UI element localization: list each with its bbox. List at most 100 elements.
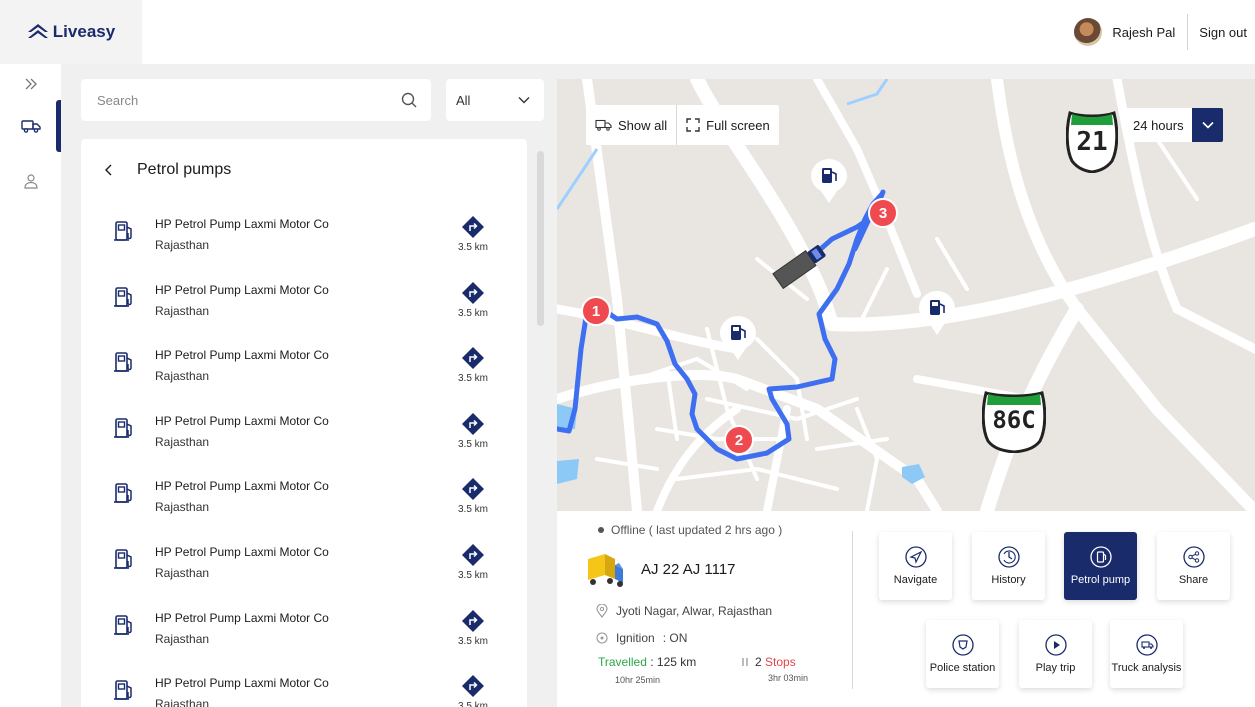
pump-distance: 3.5 km [457, 701, 488, 707]
petrol-pump-icon [113, 678, 135, 707]
liveasy-logo-icon [27, 24, 48, 38]
directions-icon[interactable] [461, 412, 485, 441]
ignition-value: : ON [662, 631, 688, 645]
petrol-pump-icon [113, 350, 135, 379]
travelled-time: 10hr 25min [615, 675, 661, 685]
time-range-toggle[interactable] [1192, 108, 1223, 142]
petrol-pump-button[interactable]: Petrol pump [1064, 532, 1137, 600]
time-range-select[interactable]: 24 hours [1125, 108, 1223, 142]
history-icon [997, 545, 1020, 568]
directions-icon[interactable] [461, 543, 485, 572]
back-arrow-icon[interactable] [101, 162, 117, 178]
petrol-pump-pin-icon[interactable] [811, 159, 847, 205]
pump-region: Rajasthan [155, 238, 210, 252]
status-dot [598, 527, 604, 533]
sidebar [0, 64, 61, 707]
search-box [81, 79, 431, 121]
sidebar-item-trucks[interactable] [0, 106, 61, 146]
pump-name: HP Petrol Pump Laxmi Motor Co [155, 545, 329, 559]
truck-marker-icon[interactable] [767, 234, 835, 296]
search-icon[interactable] [401, 92, 417, 108]
pump-distance: 3.5 km [457, 438, 488, 450]
petrol-pump-label: Petrol pump [1070, 573, 1131, 586]
list-item[interactable]: HP Petrol Pump Laxmi Motor Co Rajasthan 3.… [81, 408, 527, 474]
list-item[interactable]: HP Petrol Pump Laxmi Motor Co Rajasthan 3.… [81, 342, 527, 408]
full-screen-icon [686, 118, 700, 132]
pause-icon [742, 658, 748, 666]
pump-distance: 3.5 km [457, 504, 488, 516]
stop-marker-2[interactable]: 2 [724, 425, 754, 455]
pump-distance: 3.5 km [457, 570, 488, 581]
list-item[interactable]: HP Petrol Pump Laxmi Motor Co Rajasthan 3.… [81, 277, 527, 343]
brand-name: Liveasy [52, 22, 116, 41]
petrol-pumps-panel: Petrol pumps HP Petrol Pump Laxmi Motor … [81, 139, 527, 707]
pump-name: HP Petrol Pump Laxmi Motor Co [155, 217, 329, 231]
directions-icon[interactable] [461, 281, 485, 310]
pump-distance: 3.5 km [457, 373, 488, 385]
header-divider [1187, 14, 1189, 50]
vehicle-truck-icon [588, 554, 623, 587]
sign-out-link[interactable]: Sign out [1199, 25, 1247, 40]
directions-icon[interactable] [461, 609, 485, 638]
directions-icon[interactable] [461, 674, 485, 703]
stops-time: 3hr 03min [768, 673, 809, 683]
share-button[interactable]: Share [1157, 532, 1230, 600]
navigate-button[interactable]: Navigate [879, 532, 952, 600]
list-item[interactable]: HP Petrol Pump Laxmi Motor Co Rajasthan 3.… [81, 539, 527, 605]
location-row: Jyoti Nagar, Alwar, Rajasthan [596, 604, 772, 618]
police-station-button[interactable]: Police station [926, 620, 999, 688]
play-trip-button[interactable]: Play trip [1019, 620, 1092, 688]
full-screen-label: Full screen [706, 117, 770, 133]
share-icon [1182, 545, 1205, 568]
chevron-down-icon [518, 97, 530, 104]
filter-select[interactable]: All [446, 79, 544, 121]
sidebar-expand-button[interactable] [0, 64, 61, 104]
directions-icon[interactable] [461, 477, 485, 506]
pump-name: HP Petrol Pump Laxmi Motor Co [155, 479, 329, 494]
time-range-value: 24 hours [1133, 117, 1184, 133]
history-button[interactable]: History [972, 532, 1045, 600]
stop-marker-1[interactable]: 1 [581, 296, 611, 326]
directions-icon[interactable] [461, 346, 485, 375]
travelled-row: Travelled : 125 km [598, 655, 696, 669]
sidebar-item-profile[interactable] [0, 161, 61, 201]
pump-name: HP Petrol Pump Laxmi Motor Co [155, 610, 329, 625]
map-view[interactable]: 1 2 3 21 86C Show all Full screen 24 hou… [557, 79, 1255, 511]
navigate-label: Navigate [893, 573, 938, 586]
panel-header: Petrol pumps [101, 161, 231, 179]
pump-region: Rajasthan [155, 697, 210, 707]
petrol-pump-pin-icon[interactable] [919, 291, 955, 337]
pump-name: HP Petrol Pump Laxmi Motor Co [155, 676, 329, 691]
vehicle-info-panel: Offline ( last updated 2 hrs ago ) AJ 22… [557, 511, 1255, 707]
truck-analysis-button[interactable]: Truck analysis [1110, 620, 1183, 688]
truck-icon [595, 119, 612, 131]
pump-region: Rajasthan [155, 434, 210, 449]
vehicle-status: Offline ( last updated 2 hrs ago ) [598, 523, 782, 537]
full-screen-button[interactable]: Full screen [677, 105, 779, 145]
directions-icon[interactable] [461, 215, 485, 244]
vehicle-number: AJ 22 AJ 1117 [641, 561, 736, 578]
ignition-row: Ignition : ON [596, 631, 687, 645]
avatar[interactable] [1074, 18, 1103, 46]
petrol-pump-pin-icon[interactable] [720, 316, 756, 362]
expand-icon [25, 78, 37, 90]
share-label: Share [1178, 573, 1209, 586]
truck-analysis-icon [1135, 633, 1158, 656]
list-item[interactable]: HP Petrol Pump Laxmi Motor Co Rajasthan 3.… [81, 605, 527, 671]
search-input[interactable] [97, 92, 401, 108]
stop-marker-3[interactable]: 3 [868, 198, 898, 228]
pump-distance: 3.5 km [457, 635, 488, 647]
logo[interactable]: Liveasy [0, 0, 142, 64]
police-station-label: Police station [929, 661, 996, 674]
panel-scrollbar[interactable] [537, 151, 544, 326]
petrol-pump-icon [113, 481, 135, 510]
list-item[interactable]: HP Petrol Pump Laxmi Motor Co Rajasthan 3.… [81, 211, 527, 277]
user-name: Rajesh Pal [1112, 24, 1176, 40]
show-all-button[interactable]: Show all [586, 105, 676, 145]
truck-icon [20, 120, 41, 133]
list-item[interactable]: HP Petrol Pump Laxmi Motor Co Rajasthan 3.… [81, 473, 527, 539]
petrol-pump-icon [1089, 545, 1112, 568]
list-item[interactable]: HP Petrol Pump Laxmi Motor Co Rajasthan 3.… [81, 670, 527, 707]
app-header: Liveasy Rajesh Pal Sign out [0, 0, 1255, 64]
filter-value: All [456, 92, 471, 108]
